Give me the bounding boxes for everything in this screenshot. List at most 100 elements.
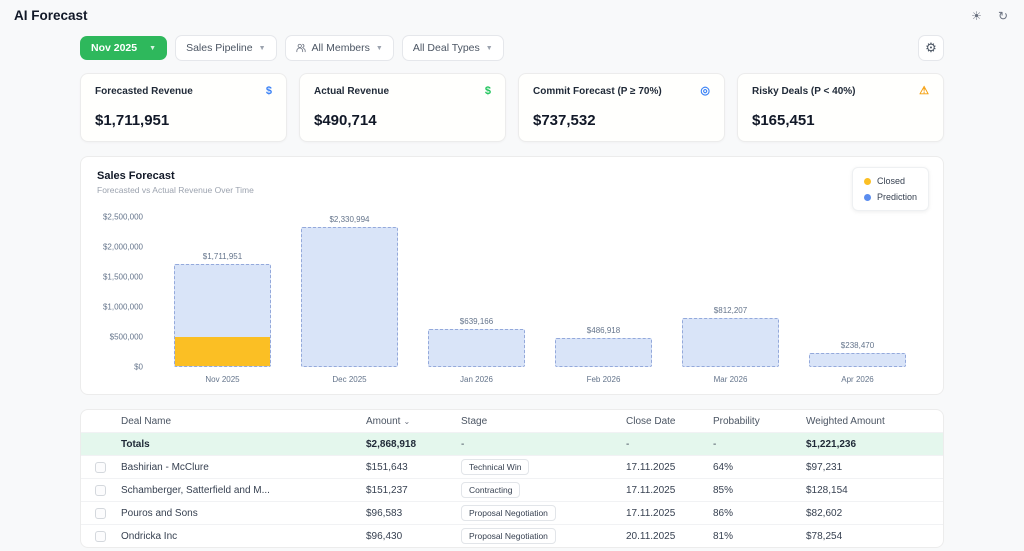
dollar-icon: $ xyxy=(484,85,491,97)
totals-probability: - xyxy=(713,438,717,450)
members-icon xyxy=(295,43,306,53)
table-row[interactable]: Ondricka Inc $96,430 Proposal Negotiation 2… xyxy=(81,524,943,547)
kpi-label: Commit Forecast (P ≥ 70%) xyxy=(533,86,662,97)
legend-item: Closed xyxy=(863,176,917,186)
dollar-icon: $ xyxy=(265,85,272,97)
deal-types-dropdown[interactable]: All Deal Types ▼ xyxy=(401,35,504,61)
deal-amount: $96,430 xyxy=(366,530,403,542)
column-header-probability: Probability xyxy=(713,415,760,427)
weighted-amount: $97,231 xyxy=(806,461,843,473)
bar-value-label: $812,207 xyxy=(713,306,748,315)
x-axis-label: Feb 2026 xyxy=(586,375,621,384)
bar-value-label: $238,470 xyxy=(840,341,875,350)
stage-badge: Technical Win xyxy=(461,459,530,475)
kpi-value: $490,714 xyxy=(314,112,377,129)
kpi-label: Forecasted Revenue xyxy=(95,86,193,97)
topbar: AI Forecast ☀ ↻ xyxy=(0,0,1024,27)
stage-badge: Proposal Negotiation xyxy=(461,505,556,521)
kpi-card: Commit Forecast (P ≥ 70%) ◎ $737,532 xyxy=(518,73,725,142)
forecast-bar[interactable]: $238,470 xyxy=(809,341,906,367)
forecast-bar[interactable]: $1,711,951 xyxy=(174,252,271,367)
kpi-row: Forecasted Revenue $ $1,711,951 Actual Reve… xyxy=(80,73,944,142)
members-dropdown[interactable]: All Members ▼ xyxy=(284,35,394,61)
x-axis-label: Nov 2025 xyxy=(205,375,240,384)
kpi-card: Forecasted Revenue $ $1,711,951 xyxy=(80,73,287,142)
y-axis-tick: $500,000 xyxy=(109,332,143,342)
kpi-label: Actual Revenue xyxy=(314,86,390,97)
chart-title: Sales Forecast xyxy=(97,170,175,182)
totals-label: Totals xyxy=(121,438,150,450)
row-checkbox[interactable] xyxy=(95,484,106,496)
column-header-deal-name: Deal Name xyxy=(121,415,172,427)
gear-icon: ⚙ xyxy=(925,40,937,55)
bar-column: $238,470 Apr 2026 xyxy=(794,217,921,384)
stage-badge: Proposal Negotiation xyxy=(461,528,556,544)
probability: 64% xyxy=(713,461,734,473)
stage-badge: Contracting xyxy=(461,482,521,498)
deal-types-label: All Deal Types xyxy=(412,42,480,54)
chart-bars: $1,711,951 Nov 2025 $2,330,994 Dec 2025 $639… xyxy=(153,215,927,384)
target-icon: ◎ xyxy=(700,85,710,97)
y-axis-tick: $1,500,000 xyxy=(102,272,143,282)
period-selector[interactable]: Nov 2025 ▼ xyxy=(80,36,168,60)
chevron-down-icon: ▼ xyxy=(149,44,157,52)
chevron-down-icon: ▼ xyxy=(485,44,493,52)
warning-icon: ⚠ xyxy=(919,85,929,97)
deal-amount: $96,583 xyxy=(366,507,403,519)
table-row[interactable]: Bashirian - McClure $151,643 Technical Win… xyxy=(81,455,943,478)
pipeline-label: Sales Pipeline xyxy=(186,42,253,54)
deal-name: Pouros and Sons xyxy=(121,507,198,519)
weighted-amount: $82,602 xyxy=(806,507,843,519)
bar-value-label: $1,711,951 xyxy=(202,252,243,261)
main-content: Nov 2025 ▼ Sales Pipeline ▼ All Members … xyxy=(80,35,944,548)
chevron-down-icon: ▼ xyxy=(375,44,383,52)
theme-toggle-icon[interactable]: ☀ xyxy=(971,9,982,23)
y-axis-tick: $1,000,000 xyxy=(102,302,143,312)
bar-value-label: $639,166 xyxy=(459,317,494,326)
column-header-amount: Amount ⌄ xyxy=(366,415,411,427)
pipeline-dropdown[interactable]: Sales Pipeline ▼ xyxy=(175,35,277,61)
table-row[interactable]: Schamberger, Satterfield and M... $151,23… xyxy=(81,478,943,501)
kpi-card: Risky Deals (P < 40%) ⚠ $165,451 xyxy=(737,73,944,142)
row-checkbox[interactable] xyxy=(95,530,106,542)
y-axis-tick: $2,500,000 xyxy=(102,212,143,222)
totals-stage: - xyxy=(461,438,465,450)
y-axis: $0 $500,000 $1,000,000 $1,500,000 $2,000,000… xyxy=(97,213,153,372)
table-body: Bashirian - McClure $151,643 Technical Win… xyxy=(81,455,943,547)
x-axis-label: Jan 2026 xyxy=(460,375,493,384)
x-axis-label: Apr 2026 xyxy=(841,375,874,384)
forecast-bar[interactable]: $2,330,994 xyxy=(301,215,398,367)
column-header-stage: Stage xyxy=(461,415,488,427)
topbar-icons: ☀ ↻ xyxy=(971,9,1008,23)
sort-desc-icon[interactable]: ⌄ xyxy=(403,417,410,426)
refresh-icon[interactable]: ↻ xyxy=(998,9,1008,23)
deal-amount: $151,643 xyxy=(366,461,408,473)
probability: 86% xyxy=(713,507,734,519)
y-axis-tick: $2,000,000 xyxy=(102,242,143,252)
forecast-bar[interactable]: $486,918 xyxy=(555,326,652,367)
closed-segment xyxy=(175,337,270,366)
chevron-down-icon: ▼ xyxy=(258,44,266,52)
deal-amount: $151,237 xyxy=(366,484,408,496)
close-date: 17.11.2025 xyxy=(626,461,676,473)
table-header-row: Deal Name Amount ⌄ Stage Close Date Probabili… xyxy=(81,410,943,432)
filter-bar: Nov 2025 ▼ Sales Pipeline ▼ All Members … xyxy=(80,35,944,61)
legend-label: Closed xyxy=(876,176,905,186)
period-label: Nov 2025 xyxy=(91,42,138,54)
row-checkbox[interactable] xyxy=(95,461,106,473)
bar-value-label: $486,918 xyxy=(586,326,621,335)
bar-column: $486,918 Feb 2026 xyxy=(540,217,667,384)
row-checkbox[interactable] xyxy=(95,507,106,519)
bar-value-label: $2,330,994 xyxy=(329,215,370,224)
forecast-bar[interactable]: $812,207 xyxy=(682,306,779,367)
x-axis-label: Mar 2026 xyxy=(713,375,748,384)
legend-label: Prediction xyxy=(876,192,917,202)
forecast-bar[interactable]: $639,166 xyxy=(428,317,525,367)
settings-button[interactable]: ⚙ xyxy=(918,35,944,61)
chart-card: Sales Forecast Forecasted vs Actual Reve… xyxy=(80,156,944,395)
chart-legend: Closed Prediction xyxy=(851,167,929,211)
prediction-dot-icon xyxy=(863,193,871,201)
legend-item: Prediction xyxy=(863,192,917,202)
table-row[interactable]: Pouros and Sons $96,583 Proposal Negotiati… xyxy=(81,501,943,524)
totals-weighted-amount: $1,221,236 xyxy=(806,438,857,450)
